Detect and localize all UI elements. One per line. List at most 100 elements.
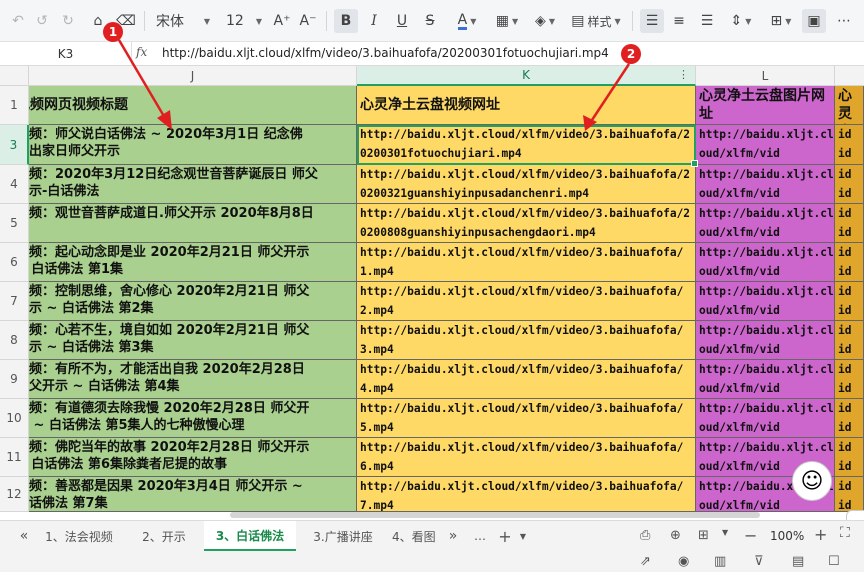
cell-j[interactable]: 视频网页视频标题 (29, 86, 357, 125)
cell-j[interactable]: 视频：善恶都是因果 2020年3月4日 师父开示 ~ 白话佛法 第7集 (29, 477, 357, 512)
view-grid-icon[interactable]: ⊞ (698, 528, 709, 543)
tab-scroll-right-icon[interactable]: » (442, 521, 464, 551)
cell-m[interactable]: id id (835, 399, 864, 438)
redo-icon[interactable]: ↻ (58, 9, 78, 33)
zoom-out-icon[interactable]: − (744, 526, 757, 545)
more-tabs-button[interactable]: … (468, 521, 492, 551)
row-header[interactable]: 10 (0, 399, 29, 438)
font-color-button[interactable]: A ▼ (450, 9, 484, 33)
fill-handle[interactable] (691, 160, 698, 167)
cell-m[interactable]: id id (835, 477, 864, 512)
tab-4[interactable]: 3.广播讲座 (302, 521, 384, 551)
increase-font-button[interactable]: A⁺ (272, 9, 292, 33)
cell-l[interactable]: http://baidu.xljt.cloud/xlfm/vid (696, 282, 835, 321)
row-header[interactable]: 12 (0, 477, 29, 512)
bold-button[interactable]: B (334, 9, 358, 33)
cell-l[interactable]: http://baidu.xljt.cloud/xlfm/vid (696, 243, 835, 282)
align-right-button[interactable]: ☰ (696, 9, 718, 33)
tab-2[interactable]: 2、开示 (132, 521, 196, 551)
tab-5[interactable]: 4、看图 (392, 521, 442, 551)
eye-icon[interactable]: ◉ (678, 554, 689, 569)
cell-j[interactable]: 视频：起心动念即是业 2020年2月21日 师父开示 ~ 白话佛法 第1集 (29, 243, 357, 282)
tab-1[interactable]: 1、法会视频 (38, 521, 120, 551)
align-left-button[interactable]: ☰ (640, 9, 664, 33)
cell-k[interactable]: http://baidu.xljt.cloud/xlfm/video/3.bai… (357, 477, 696, 512)
cell-l[interactable]: http://baidu.xljt.cloud/xlfm/vid (696, 165, 835, 204)
column-header-j[interactable]: J (29, 66, 357, 86)
cell-l[interactable]: http://baidu.xljt.cloud/xlfm/vid (696, 360, 835, 399)
cell-l[interactable]: http://baidu.xljt.cloud/xlfm/vid (696, 125, 835, 165)
merge-cells-button[interactable]: ⊞ ▼ (764, 9, 798, 33)
column-header-k[interactable]: K ⋮ (357, 66, 696, 86)
zoom-level[interactable]: 100% (770, 529, 804, 543)
delete-icon[interactable]: ▥ (714, 554, 726, 569)
function-icon[interactable]: fx (136, 45, 147, 59)
row-header[interactable]: 11 (0, 438, 29, 477)
cell-m[interactable]: id id (835, 438, 864, 477)
align-center-button[interactable]: ≡ (668, 9, 690, 33)
borders-button[interactable]: ▦ ▼ (490, 9, 524, 33)
cell-k[interactable]: http://baidu.xljt.cloud/xlfm/video/3.bai… (357, 282, 696, 321)
cell-m[interactable]: id id (835, 321, 864, 360)
cell-m[interactable]: id id (835, 282, 864, 321)
row-header[interactable]: 5 (0, 204, 29, 243)
cell-j[interactable]: 视频：观世音菩萨成道日.师父开示 2020年8月8日 (29, 204, 357, 243)
comment-icon[interactable]: ☐ (828, 554, 840, 569)
cell-k[interactable]: http://baidu.xljt.cloud/xlfm/video/3.bai… (357, 399, 696, 438)
cell-k[interactable]: http://baidu.xljt.cloud/xlfm/video/3.bai… (357, 165, 696, 204)
sheet-protect-icon[interactable]: ⎙ (640, 528, 650, 543)
cell-l[interactable]: http://baidu.xljt.cloud/xlfm/vid (696, 204, 835, 243)
cell-k[interactable]: http://baidu.xljt.cloud/xlfm/video/3.bai… (357, 360, 696, 399)
cell-l[interactable]: 心灵净土云盘图片网址 (696, 86, 835, 125)
chevron-down-icon[interactable]: ▼ (722, 528, 728, 537)
fill-color-button[interactable]: ◈ ▼ (528, 9, 562, 33)
vertical-align-button[interactable]: ⇕ ▼ (724, 9, 758, 33)
cell-l[interactable]: http://baidu.xljt.cloud/xlfm/vid (696, 399, 835, 438)
tab-scroll-left-icon[interactable]: « (10, 521, 38, 551)
cell-m[interactable]: id id (835, 165, 864, 204)
more-toolbar-icon[interactable]: ⋯ (832, 9, 856, 33)
cell-l[interactable]: http://baidu.xljt.cloud/xlfm/vid (696, 321, 835, 360)
font-name-select[interactable]: 宋体 ▼ (152, 9, 214, 33)
column-menu-icon[interactable]: ⋮ (678, 68, 689, 81)
decrease-font-button[interactable]: A⁻ (298, 9, 318, 33)
zoom-in-icon[interactable]: + (814, 525, 827, 544)
chart-icon[interactable]: ▤ (792, 554, 804, 569)
cell-j[interactable]: 视频：心若不生，境自如如 2020年2月21日 师父 开示 ~ 白话佛法 第3集 (29, 321, 357, 360)
cell-m[interactable]: 心灵净盘 (835, 86, 864, 125)
column-header-m[interactable] (835, 66, 864, 86)
cell-m[interactable]: id id (835, 204, 864, 243)
style-button[interactable]: ▤ 样式 ▼ (566, 9, 626, 33)
cell-reference-box[interactable]: K3 (0, 42, 132, 66)
strikethrough-button[interactable]: S (420, 9, 440, 33)
cell-k[interactable]: 心灵净土云盘视频网址 (357, 86, 696, 125)
underline-button[interactable]: U (392, 9, 412, 33)
select-all-corner[interactable] (0, 66, 29, 86)
row-header[interactable]: 3 (0, 125, 29, 165)
row-header[interactable]: 7 (0, 282, 29, 321)
row-header[interactable]: 1 (0, 86, 29, 125)
horizontal-scrollbar[interactable] (230, 512, 760, 518)
cell-j[interactable]: 视频：佛陀当年的故事 2020年2月28日 师父开示 ~ 白话佛法 第6集除粪者… (29, 438, 357, 477)
cell-k[interactable]: http://baidu.xljt.cloud/xlfm/video/3.bai… (357, 125, 696, 165)
cell-j[interactable]: 视频：师父说白话佛法 ~ 2020年3月1日 纪念佛 陀出家日师父开示 (29, 125, 357, 165)
cell-j[interactable]: 视频：有所不为，才能活出自我 2020年2月28日 师父开示 ~ 白话佛法 第4… (29, 360, 357, 399)
tab-3-active[interactable]: 3、白话佛法 (204, 521, 296, 551)
share-icon[interactable]: ⇗ (640, 554, 651, 569)
assistant-avatar-icon[interactable]: ☺ (792, 461, 832, 501)
cell-j[interactable]: 视频：控制思维，舍心修心 2020年2月21日 师父 开示 ~ 白话佛法 第2集 (29, 282, 357, 321)
chevron-down-icon[interactable]: ▼ (516, 521, 530, 551)
cell-k[interactable]: http://baidu.xljt.cloud/xlfm/video/3.bai… (357, 243, 696, 282)
cell-k[interactable]: http://baidu.xljt.cloud/xlfm/video/3.bai… (357, 321, 696, 360)
cell-j[interactable]: 视频：有道德须去除我慢 2020年2月28日 师父开 示 ~ 白话佛法 第5集人… (29, 399, 357, 438)
font-size-select[interactable]: 12 ▼ (222, 9, 266, 33)
row-header[interactable]: 9 (0, 360, 29, 399)
undo-icon[interactable]: ↶ (8, 9, 28, 33)
column-header-l[interactable]: L (696, 66, 835, 86)
cell-j[interactable]: 视频：2020年3月12日纪念观世音菩萨诞辰日 师父 开示-白话佛法 (29, 165, 357, 204)
formula-input[interactable]: http://baidu.xljt.cloud/xlfm/video/3.bai… (162, 46, 609, 60)
cell-k[interactable]: http://baidu.xljt.cloud/xlfm/video/3.bai… (357, 204, 696, 243)
filter-icon[interactable]: ⊽ (754, 554, 764, 569)
italic-button[interactable]: I (364, 9, 384, 33)
wrap-text-button[interactable]: ▣ (802, 9, 826, 33)
